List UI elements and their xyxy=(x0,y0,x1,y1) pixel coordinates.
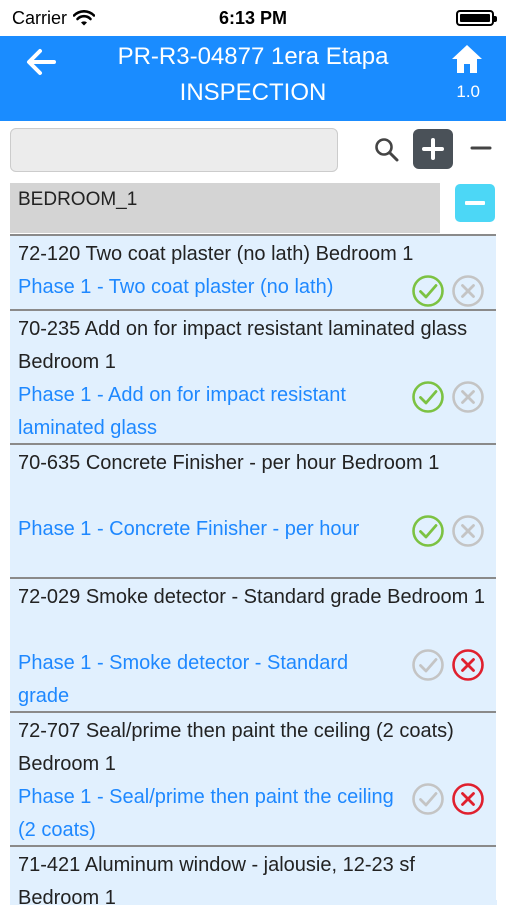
list-item: 70-235 Add on for impact resistant lamin… xyxy=(10,309,497,443)
search-icon xyxy=(375,138,399,162)
reject-button[interactable] xyxy=(451,782,485,816)
version-label: 1.0 xyxy=(456,82,480,101)
page-title: PR-R3-04877 1era Etapa xyxy=(117,43,389,70)
plus-icon xyxy=(422,138,444,160)
item-phase: Phase 1 - Add on for impact resistant la… xyxy=(18,384,346,439)
nav-bar: PR-R3-04877 1era Etapa INSPECTION 1.0 xyxy=(0,36,506,121)
minus-icon xyxy=(470,146,492,150)
carrier-label: Carrier xyxy=(12,7,68,28)
approve-button[interactable] xyxy=(411,782,445,816)
item-title: 70-635 Concrete Finisher - per hour Bedr… xyxy=(18,452,440,474)
item-title: 72-120 Two coat plaster (no lath) Bedroo… xyxy=(18,243,414,265)
approve-button[interactable] xyxy=(411,648,445,682)
check-circle-icon xyxy=(412,649,444,681)
arrow-left-icon xyxy=(27,49,56,75)
status-bar: Carrier 6:13 PM xyxy=(0,0,506,36)
add-button[interactable] xyxy=(413,129,453,169)
collapse-section-button[interactable] xyxy=(455,184,495,222)
approve-button[interactable] xyxy=(411,274,445,308)
item-phase: Phase 1 - Concrete Finisher - per hour xyxy=(18,518,360,540)
search-button[interactable] xyxy=(374,137,400,163)
x-circle-icon xyxy=(452,783,484,815)
list-item: 72-120 Two coat plaster (no lath) Bedroo… xyxy=(10,234,497,309)
item-title: 72-707 Seal/prime then paint the ceiling… xyxy=(18,720,454,775)
item-phase: Phase 1 - Two coat plaster (no lath) xyxy=(18,276,334,298)
x-circle-icon xyxy=(452,515,484,547)
check-circle-icon xyxy=(412,515,444,547)
approve-button[interactable] xyxy=(411,380,445,414)
right-edge xyxy=(496,234,506,900)
list-item: 71-421 Aluminum window - jalousie, 12-23… xyxy=(10,845,497,909)
reject-button[interactable] xyxy=(451,380,485,414)
item-phase: Phase 1 - Seal/prime then paint the ceil… xyxy=(18,786,394,841)
status-left: Carrier xyxy=(12,7,96,29)
x-circle-icon xyxy=(452,275,484,307)
list-item: 72-707 Seal/prime then paint the ceiling… xyxy=(10,711,497,845)
back-button[interactable] xyxy=(22,42,62,82)
search-input[interactable] xyxy=(10,128,338,172)
reject-button[interactable] xyxy=(451,274,485,308)
item-phase: Phase 1 - Smoke detector - Standard grad… xyxy=(18,652,349,707)
approve-button[interactable] xyxy=(411,514,445,548)
item-title: 72-029 Smoke detector - Standard grade B… xyxy=(18,586,485,608)
battery-icon xyxy=(456,10,497,26)
check-circle-icon xyxy=(412,783,444,815)
item-title: 70-235 Add on for impact resistant lamin… xyxy=(18,318,468,373)
wifi-icon xyxy=(73,10,96,26)
page-subtitle: INSPECTION xyxy=(179,79,327,106)
reject-button[interactable] xyxy=(451,648,485,682)
list-item: 70-635 Concrete Finisher - per hour Bedr… xyxy=(10,443,497,577)
item-title: 71-421 Aluminum window - jalousie, 12-23… xyxy=(18,854,415,909)
reject-button[interactable] xyxy=(451,514,485,548)
home-icon xyxy=(452,45,482,73)
check-circle-icon xyxy=(412,275,444,307)
list-item: 72-029 Smoke detector - Standard grade B… xyxy=(10,577,497,711)
section-header: BEDROOM_1 xyxy=(10,183,440,233)
check-circle-icon xyxy=(412,381,444,413)
x-circle-icon xyxy=(452,649,484,681)
remove-button[interactable] xyxy=(468,135,494,161)
home-button[interactable] xyxy=(450,42,484,76)
x-circle-icon xyxy=(452,381,484,413)
